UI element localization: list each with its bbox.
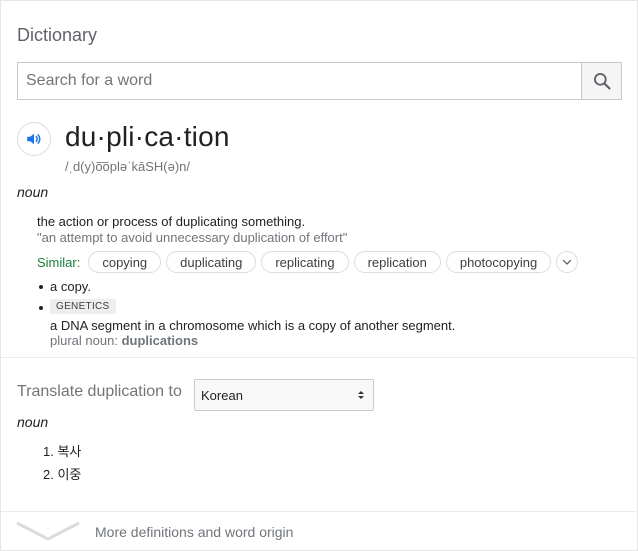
- search-input[interactable]: [18, 63, 581, 99]
- headword: du·pli·ca·tion: [65, 121, 230, 152]
- translation-item: 1. 복사: [43, 444, 82, 459]
- similar-chip-photocopying[interactable]: photocopying: [445, 251, 552, 273]
- expand-similar-button[interactable]: [556, 251, 579, 273]
- bullet-dot: [39, 306, 43, 310]
- subsense-definition: a DNA segment in a chromosome which is a…: [50, 318, 456, 333]
- translate-label: Translate duplication to: [17, 383, 182, 400]
- part-of-speech: noun: [17, 184, 49, 200]
- pronunciation-audio-button[interactable]: [17, 122, 51, 156]
- pronunciation-text: /ˌd(y)o͞opləˈkāSH(ə)n/: [65, 159, 190, 174]
- definition-text: the action or process of duplicating som…: [37, 214, 306, 229]
- language-select-value: Korean: [201, 387, 243, 403]
- similar-chip-replicating[interactable]: replicating: [261, 251, 349, 273]
- translation-item: 2. 이중: [43, 467, 82, 482]
- similar-words-row: Similar: copying duplicating replicating…: [37, 250, 579, 274]
- search-button[interactable]: [581, 63, 621, 99]
- search-box: [17, 62, 622, 100]
- translation-part-of-speech: noun: [17, 414, 49, 430]
- language-select[interactable]: Korean: [194, 379, 374, 411]
- domain-tag: GENETICS: [50, 299, 116, 314]
- card-title: Dictionary: [17, 25, 98, 45]
- more-definitions-link[interactable]: More definitions and word origin: [95, 524, 293, 540]
- select-arrows-icon: [358, 391, 364, 399]
- speaker-icon: [27, 133, 41, 145]
- chevron-down-icon: [16, 521, 80, 541]
- section-divider: [1, 511, 638, 512]
- subsense-definition: a copy.: [50, 279, 91, 294]
- bullet-dot: [39, 285, 43, 289]
- plural-form: plural noun: duplications: [50, 333, 198, 348]
- similar-chip-copying[interactable]: copying: [88, 251, 162, 273]
- expand-more-button[interactable]: [15, 520, 81, 547]
- similar-chip-duplicating[interactable]: duplicating: [166, 251, 257, 273]
- plural-value: duplications: [121, 333, 199, 348]
- search-icon: [593, 73, 611, 90]
- dictionary-card: Dictionary du·pli·ca·tion /ˌd(y)o͞opləˈk…: [0, 0, 638, 551]
- similar-label: Similar:: [37, 254, 81, 270]
- example-text: "an attempt to avoid unnecessary duplica…: [37, 230, 348, 245]
- plural-label: plural noun:: [50, 333, 118, 348]
- chevron-down-icon: [563, 259, 572, 265]
- section-divider: [1, 357, 638, 358]
- similar-chip-replication[interactable]: replication: [353, 251, 441, 273]
